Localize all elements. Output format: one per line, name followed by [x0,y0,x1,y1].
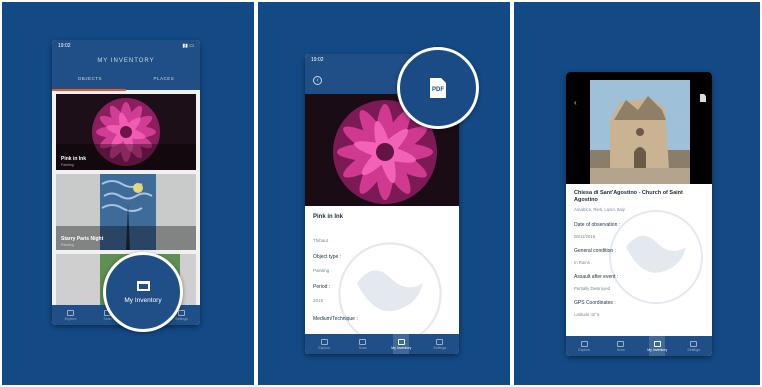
field-value: Latitude 42°6 [574,312,600,317]
pdf-icon[interactable] [700,94,706,102]
object-subtitle: Thibaut [313,238,329,243]
settings-icon [436,338,444,345]
card-title: Starry Paris Night [61,236,104,242]
field-label: General condition : [574,248,616,254]
nav-label: Settings [175,316,188,321]
battery-icon: ▮▮ ▭ [182,43,194,49]
field-label: Object type : [313,254,342,260]
place-location: Amatrice, Rieti, Lazio, Italy [574,207,625,212]
place-photo-header: ‹ [566,72,712,184]
nav-label: My Inventory [391,345,412,350]
my-inventory-label: My Inventory [124,296,162,304]
nav-label: Explore [64,316,77,321]
inventory-header: 19:02 ▮▮ ▭ MY INVENTORY OBJECTS PLACES [52,40,200,90]
bottom-nav: Explore Scan My Inventory Settings [305,334,459,354]
explore-icon [67,309,74,316]
tab-places[interactable]: PLACES [153,76,174,81]
field-label: Medium/Technique : [313,316,358,322]
nav-scan[interactable]: Scan [355,338,371,350]
nav-settings[interactable]: Settings [432,338,448,350]
settings-icon [178,309,185,316]
pdf-export-callout[interactable]: PDF [397,47,479,129]
nav-label: Explore [318,345,331,350]
explore-icon [580,340,588,347]
object-title: Pink in Ink [313,214,344,220]
nav-label: Scan [358,345,367,350]
field-label: Date of observation : [574,222,621,228]
field-label: Period : [313,284,331,290]
back-button[interactable]: ‹ [574,98,577,107]
field-value: In Ruins [574,260,590,265]
nav-my-inventory[interactable]: My Inventory [647,336,668,356]
inventory-card-pink-in-ink[interactable]: Pink in Ink Painting [56,94,196,170]
back-button[interactable]: ‹ [313,76,322,85]
nav-label: Scan [616,347,625,352]
place-title: Chiesa di Sant'Agostino - Church of Sain… [574,190,683,203]
nav-label: Settings [433,345,447,350]
inventory-icon [653,340,661,347]
page-title: MY INVENTORY [97,58,155,64]
status-time: 19:02 [311,57,324,63]
card-subtitle: Painting [61,243,74,247]
scan-icon [617,340,625,347]
nav-label: Explore [578,347,591,352]
nav-settings[interactable]: Settings [686,340,702,352]
field-label: GPS Coordinates : [574,300,616,306]
field-value: 08/11/2016 [574,234,596,239]
nav-scan[interactable]: Scan [613,340,629,352]
nav-my-inventory[interactable]: My Inventory [391,334,412,354]
field-value: 2018 [313,298,324,303]
church-photo [590,80,690,184]
explore-icon [320,338,328,345]
active-tab-indicator [52,89,126,91]
world-map-watermark [609,210,703,304]
inventory-icon [397,338,405,345]
pdf-label: PDF [432,86,444,93]
my-inventory-callout[interactable]: My Inventory [103,252,183,332]
field-value: Painting [313,268,330,273]
card-subtitle: Painting [61,163,74,167]
card-title: Pink in Ink [61,156,87,162]
nav-explore[interactable]: Explore [576,340,592,352]
settings-icon [690,340,698,347]
nav-label: Settings [687,347,701,352]
phone-place-detail-screen: ‹ Chiesa di Sant'Agostino - Church of Sa… [566,72,712,356]
bottom-nav: Explore Scan My Inventory Settings [566,336,712,356]
status-time: 19:02 [58,43,71,49]
field-value: Partially Destroyed [574,286,611,291]
nav-label: My Inventory [647,347,668,352]
status-bar: 19:02 ▮▮ ▭ [52,40,200,52]
nav-label: Scan [103,316,112,321]
inventory-card-starry-paris-night[interactable]: Starry Paris Night Painting [56,174,196,250]
pdf-icon: PDF [430,78,446,98]
inventory-icon [136,280,150,291]
field-label: Assault after event : [574,274,619,280]
scan-icon [359,338,367,345]
tab-objects[interactable]: OBJECTS [78,76,102,81]
nav-explore[interactable]: Explore [63,309,79,321]
nav-explore[interactable]: Explore [316,338,332,350]
